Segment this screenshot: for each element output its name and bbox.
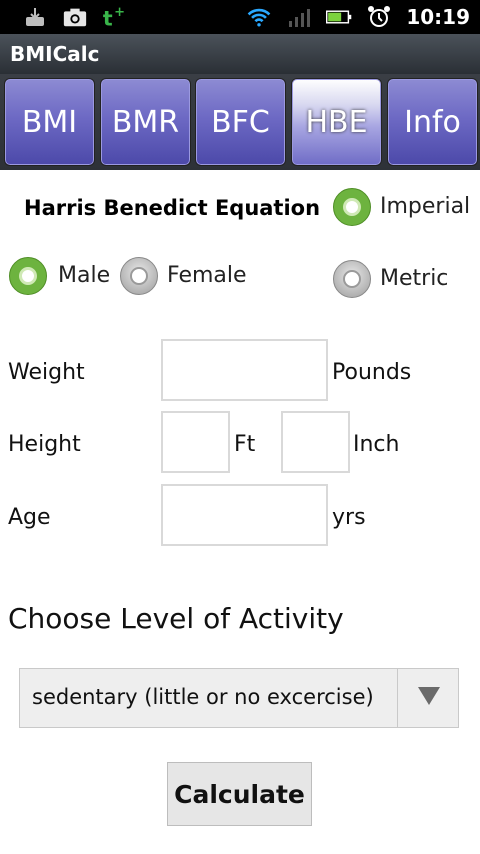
t-plus-icon: t + <box>102 4 128 30</box>
height-ft-input[interactable] <box>161 411 230 473</box>
age-input[interactable] <box>161 484 328 546</box>
male-radio[interactable] <box>9 257 47 295</box>
weight-input[interactable] <box>161 339 328 401</box>
radio-dot <box>343 270 361 288</box>
metric-label: Metric <box>380 266 449 291</box>
height-inch-input[interactable] <box>281 411 350 473</box>
tab-bmi[interactable]: BMI <box>4 78 95 166</box>
imperial-label: Imperial <box>380 194 471 219</box>
age-unit: yrs <box>332 505 366 530</box>
alarm-icon <box>366 4 392 30</box>
svg-text:+: + <box>114 5 125 20</box>
notification-icons: t + <box>22 4 128 30</box>
age-label: Age <box>8 505 51 530</box>
activity-select[interactable]: sedentary (little or no excercise) <box>19 668 459 728</box>
weight-label: Weight <box>8 360 85 385</box>
calculate-button[interactable]: Calculate <box>167 762 312 826</box>
app-title: BMICalc <box>10 42 100 66</box>
select-divider <box>397 669 398 727</box>
tab-bfc[interactable]: BFC <box>195 78 286 166</box>
tab-info[interactable]: Info <box>387 78 478 166</box>
imperial-radio[interactable] <box>333 188 371 226</box>
chevron-down-icon <box>418 687 440 705</box>
download-icon <box>22 4 48 30</box>
status-time: 10:19 <box>406 5 470 29</box>
system-icons: 10:19 <box>246 4 470 30</box>
tab-bmr[interactable]: BMR <box>100 78 191 166</box>
battery-icon <box>326 4 352 30</box>
activity-title: Choose Level of Activity <box>8 602 344 635</box>
metric-radio[interactable] <box>333 260 371 298</box>
tab-bar: BMI BMR BFC HBE Info <box>0 74 480 170</box>
radio-dot <box>19 267 37 285</box>
height-ft-unit: Ft <box>234 432 256 457</box>
activity-selected-value: sedentary (little or no excercise) <box>32 685 374 709</box>
wifi-icon <box>246 4 272 30</box>
svg-text:t: t <box>103 6 113 30</box>
page-title: Harris Benedict Equation <box>24 196 321 220</box>
radio-dot <box>130 267 148 285</box>
camera-icon <box>62 4 88 30</box>
action-bar: BMICalc <box>0 34 480 75</box>
height-inch-unit: Inch <box>353 432 400 457</box>
male-label: Male <box>58 263 111 288</box>
female-radio[interactable] <box>120 257 158 295</box>
radio-dot <box>343 198 361 216</box>
tab-hbe[interactable]: HBE <box>291 78 382 166</box>
height-label: Height <box>8 432 81 457</box>
weight-unit: Pounds <box>332 360 412 385</box>
status-bar: t + 10:19 <box>0 0 480 34</box>
signal-icon <box>286 4 312 30</box>
female-label: Female <box>167 263 247 288</box>
